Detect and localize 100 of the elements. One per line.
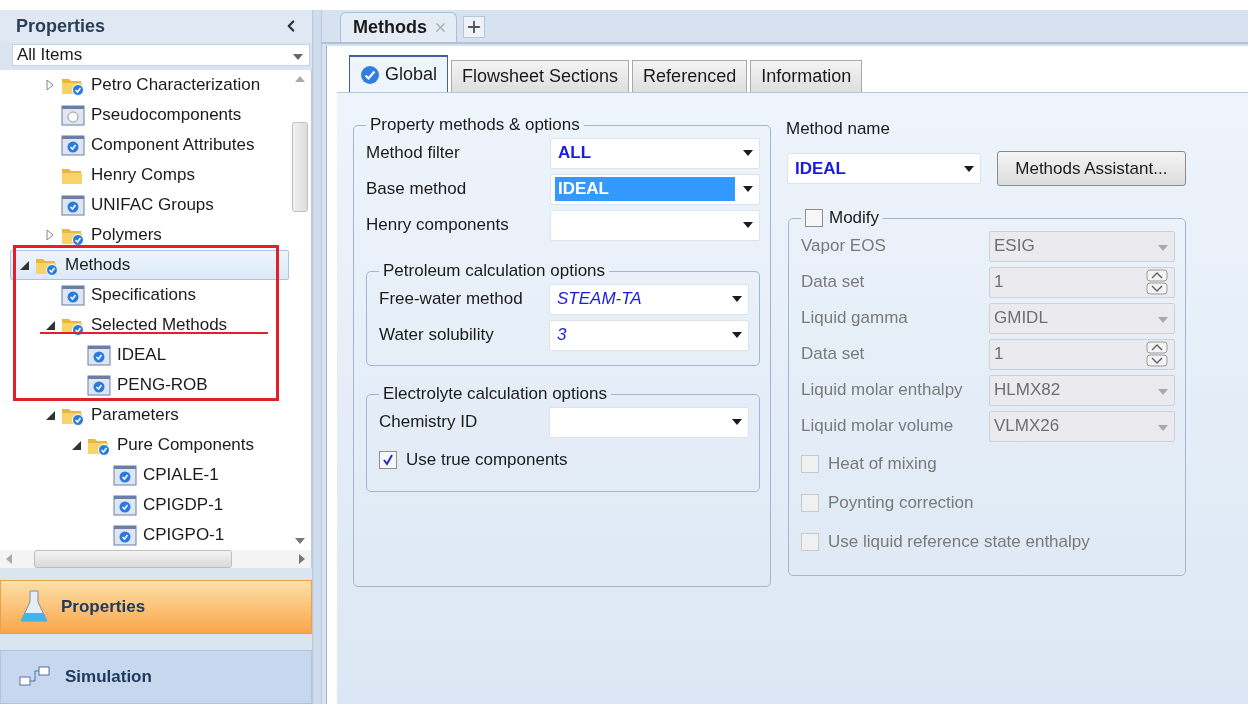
tree-item[interactable]: Selected Methods (36, 310, 289, 340)
horizontal-scrollbar[interactable] (0, 550, 312, 568)
scroll-thumb[interactable] (34, 550, 232, 568)
tree-item[interactable]: CPIALE-1 (88, 460, 289, 490)
tree-item[interactable]: Pure Components (62, 430, 289, 460)
field-label: Base method (366, 179, 468, 199)
scroll-right-icon[interactable] (299, 554, 305, 564)
checkbox-label[interactable]: Use true components (406, 449, 568, 470)
field-label: Method filter (366, 143, 461, 163)
dropdown-field[interactable]: 3 (549, 319, 749, 351)
dropdown-field[interactable]: IDEAL (787, 153, 981, 184)
checkbox[interactable] (801, 493, 819, 512)
add-tab-button[interactable] (463, 16, 485, 38)
caret-icon (743, 186, 753, 192)
group-title: Electrolyte calculation options (383, 384, 607, 404)
collapse-arrow-icon[interactable] (45, 320, 55, 330)
scroll-left-icon[interactable] (6, 554, 12, 564)
checkbox-label[interactable]: Use liquid reference state enthalpy (828, 531, 1090, 552)
scroll-thumb[interactable] (292, 122, 308, 212)
tab[interactable]: Flowsheet Sections (451, 60, 630, 92)
scroll-down-icon[interactable] (295, 538, 305, 544)
tree-item[interactable]: Parameters (36, 400, 289, 430)
group-title: Property methods & options (370, 115, 580, 135)
field-label: Water solubility (379, 325, 495, 345)
tree-item[interactable]: Petro Characterization (36, 70, 289, 100)
form-check-icon (61, 284, 85, 306)
form-icon (61, 104, 85, 126)
expand-arrow-icon[interactable] (46, 79, 54, 91)
checkbox-label[interactable]: Modify (829, 208, 880, 228)
caret-icon (732, 419, 742, 425)
group-title: Petroleum calculation options (383, 261, 606, 281)
field-label: Henry components (366, 215, 510, 235)
caret-icon (963, 165, 974, 172)
form-check-icon (87, 344, 111, 366)
caret-icon (1158, 389, 1168, 395)
caret-icon (732, 332, 742, 338)
field-label: Data set (801, 344, 866, 364)
collapse-arrow-icon[interactable] (71, 440, 81, 450)
methods-assistant-button[interactable]: Methods Assistant... (996, 151, 1186, 186)
spin-field[interactable]: 1 (989, 338, 1175, 370)
tree-item[interactable]: Polymers (36, 220, 289, 250)
dropdown-field[interactable]: STEAM-TA (549, 283, 749, 315)
tree-item[interactable]: CPIGDP-1 (88, 490, 289, 520)
spin-arrows-icon[interactable] (1146, 341, 1168, 367)
tab[interactable]: Information (750, 60, 863, 92)
dropdown-field[interactable] (549, 406, 749, 438)
field-label: Liquid molar volume (801, 416, 955, 436)
close-icon[interactable] (433, 20, 448, 35)
tab[interactable]: Referenced (632, 60, 748, 92)
form-check-icon (87, 374, 111, 396)
flowsheet-icon (19, 666, 53, 688)
tree-item[interactable]: PENG-ROB (62, 370, 289, 400)
filter-dropdown[interactable]: All Items (12, 44, 310, 66)
dropdown-field[interactable]: GMIDL (989, 302, 1175, 334)
tree-item[interactable]: Henry Comps (36, 160, 289, 190)
checkbox[interactable] (801, 532, 819, 551)
field-label: Method name (786, 118, 891, 140)
spin-arrows-icon[interactable] (1146, 269, 1168, 295)
tree-item[interactable]: CPIGPO-1 (88, 520, 289, 550)
caret-icon (1158, 245, 1168, 251)
caret-icon (1158, 425, 1168, 431)
checkbox[interactable] (379, 450, 397, 469)
tree-item[interactable]: Pseudocomponents (36, 100, 289, 130)
panel-title: Properties (16, 15, 106, 37)
dropdown-field[interactable]: ALL (550, 137, 760, 169)
collapse-arrow-icon[interactable] (45, 410, 55, 420)
tree-item[interactable]: Specifications (36, 280, 289, 310)
dropdown-field[interactable]: ESIG (989, 230, 1175, 262)
tree-item[interactable]: Methods (10, 250, 289, 280)
nav-button[interactable]: Simulation (0, 650, 312, 704)
expand-arrow-icon[interactable] (46, 229, 54, 241)
dropdown-field[interactable]: HLMX82 (989, 374, 1175, 406)
collapse-arrow-icon[interactable] (19, 260, 29, 270)
document-tab[interactable]: Methods (340, 12, 457, 42)
check-icon (360, 64, 380, 85)
field-label: Liquid gamma (801, 308, 909, 328)
checkbox[interactable] (805, 209, 823, 227)
caret-icon (743, 150, 753, 156)
checkbox-label[interactable]: Heat of mixing (828, 453, 937, 474)
field-label: Data set (801, 272, 866, 292)
form-check-icon (113, 524, 137, 546)
form-check-icon (61, 194, 85, 216)
scroll-up-icon[interactable] (295, 76, 305, 82)
dropdown-field[interactable]: VLMX26 (989, 410, 1175, 442)
tree-item[interactable]: Component Attributes (36, 130, 289, 160)
form-check-icon (113, 494, 137, 516)
spin-field[interactable]: 1 (989, 266, 1175, 298)
checkbox[interactable] (801, 454, 819, 473)
tab[interactable]: Global (349, 55, 449, 92)
nav-button[interactable]: Properties (0, 580, 312, 634)
dropdown-field[interactable] (550, 209, 760, 241)
caret-icon (293, 54, 303, 60)
flask-icon (19, 589, 49, 625)
caret-icon (1158, 317, 1168, 323)
field-label: Vapor EOS (801, 236, 887, 256)
field-label: Free-water method (379, 289, 524, 309)
checkbox-label[interactable]: Poynting correction (828, 492, 974, 513)
tree-item[interactable]: UNIFAC Groups (36, 190, 289, 220)
tree-item[interactable]: IDEAL (62, 340, 289, 370)
field-label: Chemistry ID (379, 412, 479, 432)
